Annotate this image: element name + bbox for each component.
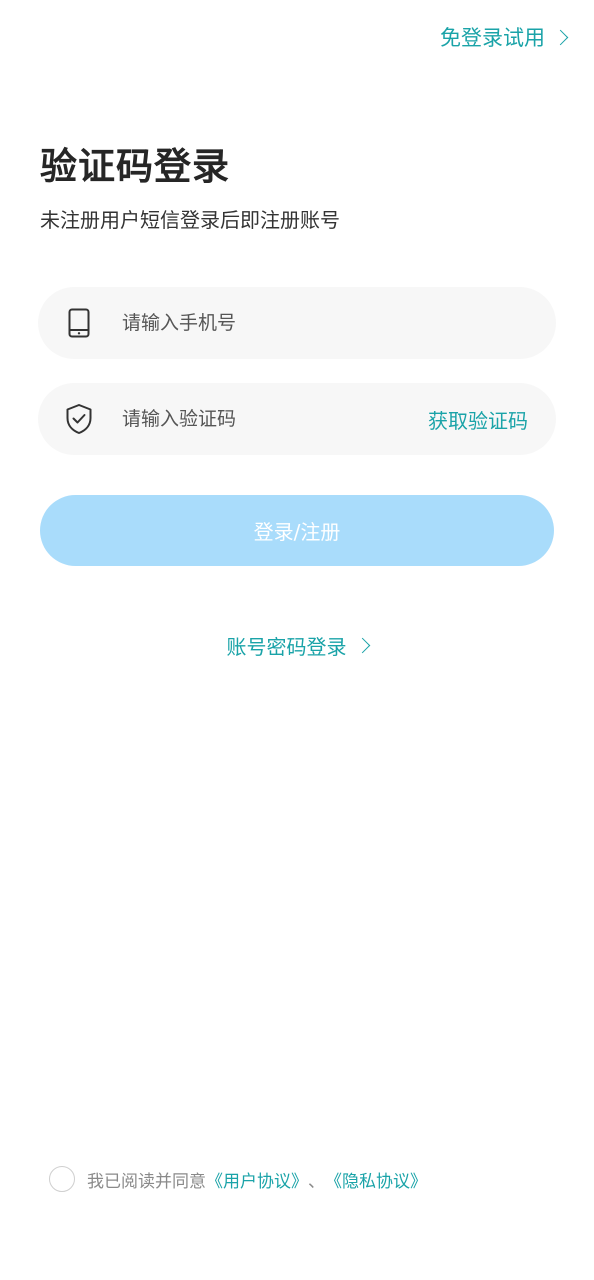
- skip-login-link[interactable]: 免登录试用: [440, 20, 569, 54]
- agreement-row: 我已阅读并同意 《用户协议》 、 《隐私协议》: [49, 1164, 427, 1194]
- password-login-link[interactable]: 账号密码登录: [0, 628, 594, 662]
- skip-login-label: 免登录试用: [440, 26, 545, 50]
- agreement-checkbox[interactable]: [49, 1166, 75, 1192]
- password-login-label: 账号密码登录: [226, 634, 347, 659]
- chevron-right-icon: [354, 637, 370, 654]
- get-code-button[interactable]: 获取验证码: [428, 405, 528, 434]
- code-field[interactable]: 获取验证码: [38, 383, 556, 455]
- page-title: 验证码登录: [40, 145, 230, 188]
- chevron-right-icon: [552, 29, 569, 46]
- agreement-prefix: 我已阅读并同意: [87, 1171, 206, 1192]
- shield-check-icon: [64, 401, 94, 437]
- agreement-separator: 、: [308, 1171, 325, 1192]
- phone-field[interactable]: [38, 287, 556, 359]
- phone-input[interactable]: [120, 302, 556, 344]
- login-register-button[interactable]: 登录/注册: [40, 495, 554, 566]
- phone-icon: [64, 305, 94, 341]
- privacy-policy-link[interactable]: 《隐私协议》: [325, 1167, 427, 1192]
- page-subtitle: 未注册用户短信登录后即注册账号: [40, 208, 340, 232]
- code-input[interactable]: [120, 398, 428, 440]
- user-agreement-link[interactable]: 《用户协议》: [206, 1167, 308, 1192]
